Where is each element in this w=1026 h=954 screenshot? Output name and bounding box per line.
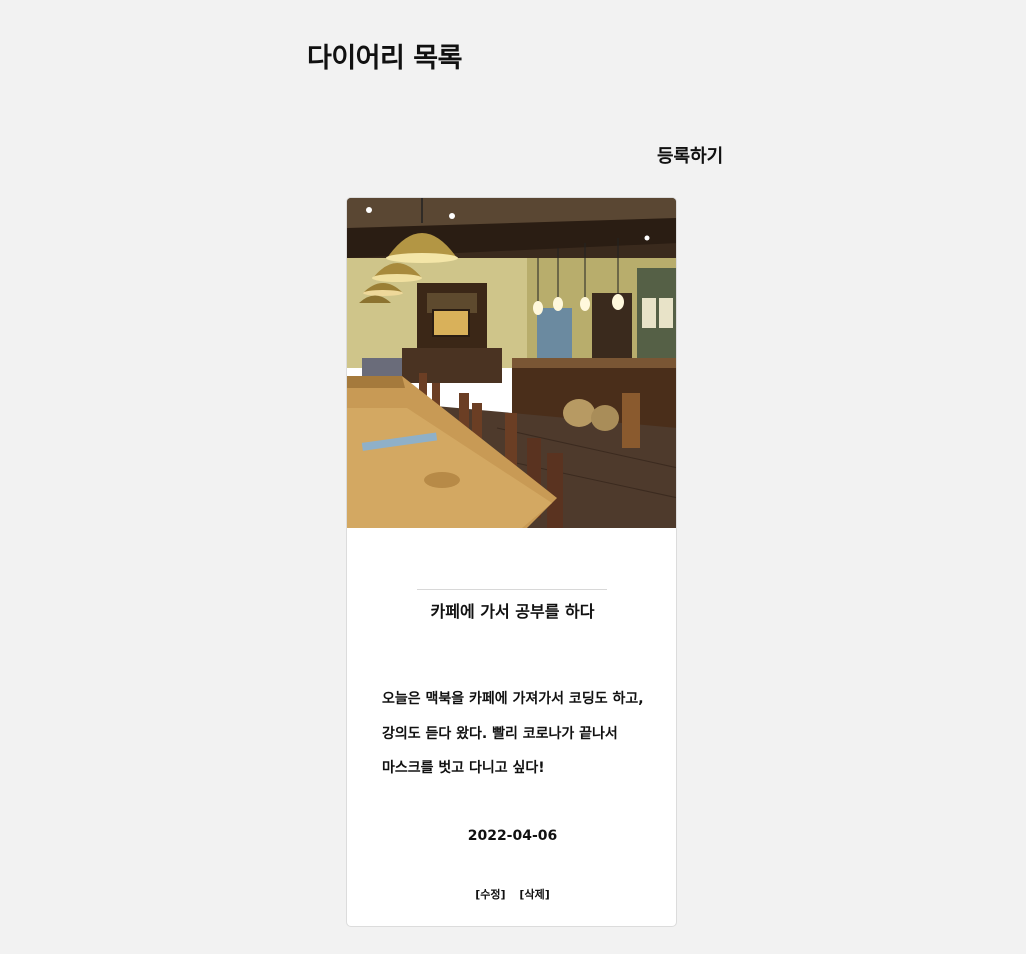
diary-card: 카페에 가서 공부를 하다 오늘은 맥북을 카페에 가져가서 코딩도 하고, 강… (346, 197, 677, 927)
page-title: 다이어리 목록 (307, 43, 462, 74)
delete-button[interactable]: [삭제] (519, 886, 549, 902)
register-link[interactable]: 등록하기 (657, 142, 723, 168)
diary-actions: [수정] [삭제] (347, 886, 676, 902)
diary-content: 오늘은 맥북을 카페에 가져가서 코딩도 하고, 강의도 듣다 왔다. 빨리 코… (382, 691, 644, 776)
title-divider (417, 589, 607, 590)
diary-date: 2022-04-06 (467, 828, 558, 844)
diary-title: 카페에 가서 공부를 하다 (430, 602, 595, 621)
diary-list-page: 다이어리 목록 등록하기 카페에 가서 공부를 하다 오늘은 맥북을 카페에 가… (0, 0, 1026, 954)
diary-photo (347, 198, 676, 528)
edit-button[interactable]: [수정] (475, 886, 505, 902)
